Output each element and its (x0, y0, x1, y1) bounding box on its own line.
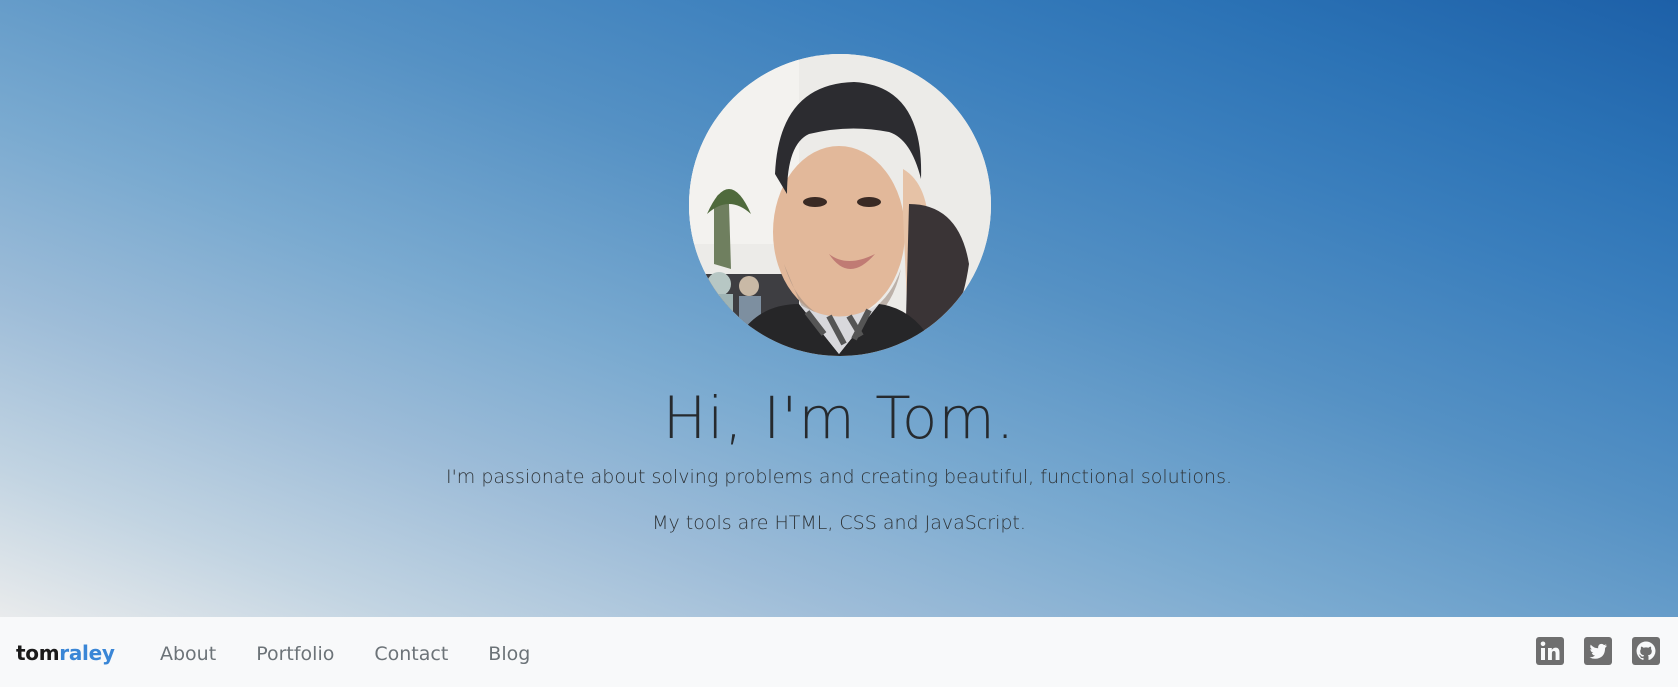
brand-last: raley (59, 641, 115, 665)
hero-tagline-primary: I'm passionate about solving problems an… (445, 466, 1233, 488)
twitter-icon[interactable] (1584, 637, 1612, 665)
brand-logo[interactable]: tomraley (16, 641, 115, 665)
bottom-navbar: tomraley About Portfolio Contact Blog (0, 617, 1678, 687)
linkedin-icon[interactable] (1536, 637, 1564, 665)
nav-link-about[interactable]: About (160, 643, 216, 665)
social-links (1536, 637, 1660, 665)
nav-link-portfolio[interactable]: Portfolio (256, 643, 334, 665)
nav-link-blog[interactable]: Blog (488, 643, 530, 665)
hero-headline: Hi, I'm Tom. (662, 384, 1016, 452)
nav-link-contact[interactable]: Contact (374, 643, 448, 665)
brand-first: tom (16, 641, 60, 665)
hero-tagline-tools: My tools are HTML, CSS and JavaScript. (652, 512, 1026, 534)
hero-section: Hi, I'm Tom. I'm passionate about solvin… (0, 0, 1678, 617)
profile-photo (689, 54, 991, 356)
github-icon[interactable] (1632, 637, 1660, 665)
nav-links: About Portfolio Contact Blog (160, 643, 530, 665)
